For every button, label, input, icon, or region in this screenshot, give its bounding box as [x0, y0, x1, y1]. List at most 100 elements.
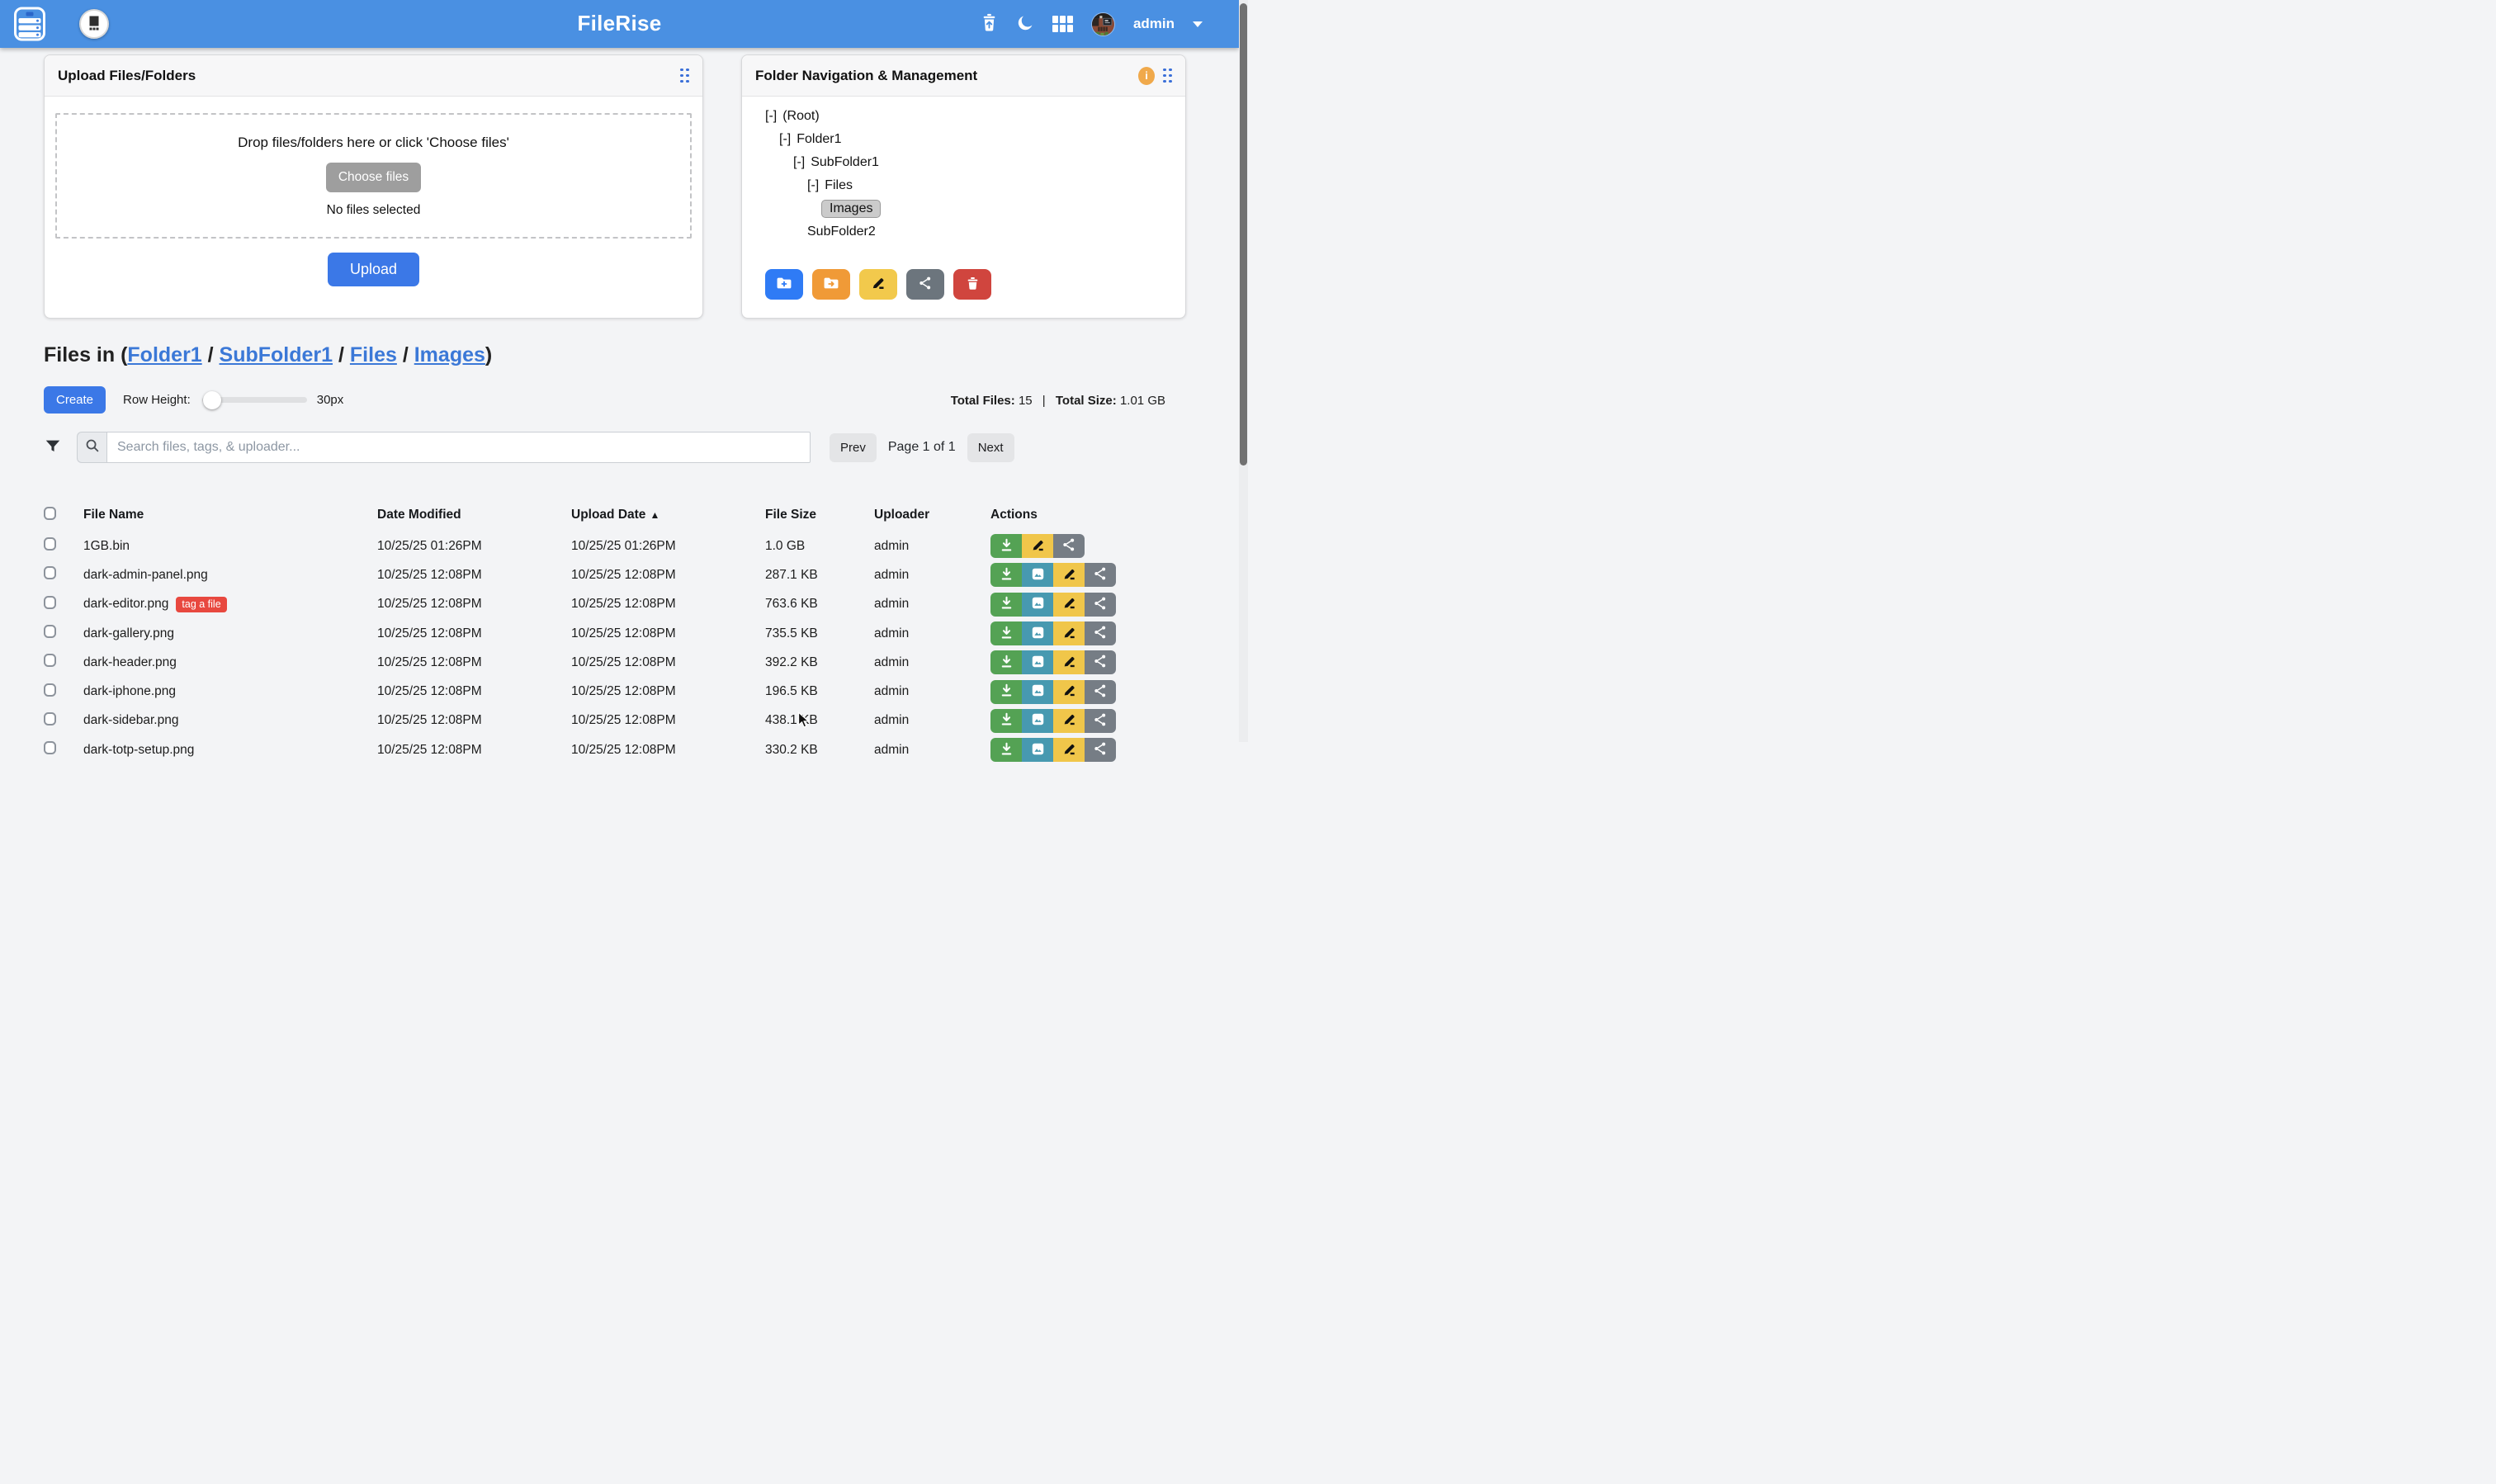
- header-toggle-button[interactable]: [79, 9, 109, 39]
- preview-button[interactable]: [1022, 709, 1053, 733]
- download-button[interactable]: [990, 593, 1022, 617]
- file-size: 196.5 KB: [765, 684, 874, 699]
- breadcrumb-link-folder1[interactable]: Folder1: [127, 343, 201, 366]
- preview-button[interactable]: [1022, 621, 1053, 645]
- share-button[interactable]: [1053, 534, 1085, 558]
- file-name[interactable]: 1GB.bin: [83, 539, 130, 554]
- create-folder-button[interactable]: [765, 269, 803, 300]
- filter-button[interactable]: [44, 437, 62, 458]
- breadcrumb-link-images[interactable]: Images: [414, 343, 485, 366]
- file-name[interactable]: dark-iphone.png: [83, 684, 176, 699]
- tree-folder-files[interactable]: Files: [825, 178, 853, 193]
- edit-button[interactable]: [1053, 680, 1085, 704]
- file-dropzone[interactable]: Drop files/folders here or click 'Choose…: [55, 113, 692, 239]
- download-button[interactable]: [990, 680, 1022, 704]
- tree-folder-root[interactable]: (Root): [782, 109, 819, 124]
- scrollbar-thumb[interactable]: [1240, 3, 1247, 466]
- row-checkbox[interactable]: [44, 537, 56, 551]
- row-height-slider[interactable]: [202, 397, 307, 403]
- download-button[interactable]: [990, 621, 1022, 645]
- download-button[interactable]: [990, 738, 1022, 762]
- upload-button[interactable]: Upload: [328, 253, 419, 286]
- edit-button[interactable]: [1053, 650, 1085, 674]
- preview-button[interactable]: [1022, 680, 1053, 704]
- col-date-modified[interactable]: Date Modified: [377, 508, 571, 522]
- select-all-checkbox[interactable]: [44, 507, 56, 520]
- choose-files-button[interactable]: Choose files: [326, 163, 421, 192]
- row-checkbox[interactable]: [44, 654, 56, 667]
- drag-handle-icon[interactable]: [680, 69, 689, 83]
- row-checkbox[interactable]: [44, 625, 56, 638]
- user-menu[interactable]: admin: [1133, 16, 1175, 32]
- row-checkbox[interactable]: [44, 566, 56, 579]
- share-button[interactable]: [1085, 593, 1116, 617]
- preview-button[interactable]: [1022, 563, 1053, 587]
- main-menu-button[interactable]: [13, 7, 46, 41]
- col-file-name[interactable]: File Name: [83, 508, 377, 522]
- file-name[interactable]: dark-editor.png: [83, 597, 168, 612]
- tree-toggle-icon[interactable]: [-]: [765, 109, 777, 124]
- edit-button[interactable]: [1053, 593, 1085, 617]
- row-checkbox[interactable]: [44, 596, 56, 609]
- avatar[interactable]: [1091, 12, 1115, 36]
- next-page-button[interactable]: Next: [967, 433, 1014, 462]
- info-icon[interactable]: i: [1138, 67, 1155, 85]
- share-button[interactable]: [1085, 680, 1116, 704]
- share-button[interactable]: [1085, 563, 1116, 587]
- rename-folder-button[interactable]: [859, 269, 897, 300]
- prev-page-button[interactable]: Prev: [830, 433, 877, 462]
- tree-folder-subfolder1[interactable]: SubFolder1: [811, 155, 879, 170]
- col-uploader[interactable]: Uploader: [874, 508, 990, 522]
- scrollbar-track[interactable]: [1239, 0, 1248, 742]
- drag-handle-icon[interactable]: [1163, 69, 1172, 83]
- tree-folder-images[interactable]: Images: [821, 200, 881, 218]
- download-button[interactable]: [990, 650, 1022, 674]
- row-checkbox[interactable]: [44, 741, 56, 754]
- row-checkbox[interactable]: [44, 712, 56, 725]
- share-button[interactable]: [1085, 709, 1116, 733]
- share-folder-button[interactable]: [906, 269, 944, 300]
- preview-button[interactable]: [1022, 738, 1053, 762]
- dark-mode-toggle-button[interactable]: [1016, 14, 1034, 35]
- apps-grid-button[interactable]: [1052, 16, 1073, 32]
- file-name[interactable]: dark-gallery.png: [83, 626, 174, 641]
- preview-button[interactable]: [1022, 650, 1053, 674]
- col-file-size[interactable]: File Size: [765, 508, 874, 522]
- edit-button[interactable]: [1053, 621, 1085, 645]
- share-button[interactable]: [1085, 650, 1116, 674]
- share-button[interactable]: [1085, 621, 1116, 645]
- tag-badge[interactable]: tag a file: [176, 597, 226, 612]
- chevron-down-icon[interactable]: [1193, 21, 1203, 27]
- download-button[interactable]: [990, 563, 1022, 587]
- trash-restore-button[interactable]: [981, 13, 998, 35]
- download-button[interactable]: [990, 534, 1022, 558]
- upload-date: 10/25/25 12:08PM: [571, 597, 765, 612]
- download-button[interactable]: [990, 709, 1022, 733]
- tree-toggle-icon[interactable]: [-]: [779, 132, 791, 147]
- edit-button[interactable]: [1053, 738, 1085, 762]
- preview-button[interactable]: [1022, 593, 1053, 617]
- col-upload-date[interactable]: Upload Date▲: [571, 508, 765, 522]
- row-checkbox[interactable]: [44, 683, 56, 697]
- download-icon: [999, 741, 1014, 759]
- edit-button[interactable]: [1022, 534, 1053, 558]
- edit-button[interactable]: [1053, 709, 1085, 733]
- tree-folder-folder1[interactable]: Folder1: [797, 132, 841, 147]
- breadcrumb-link-files[interactable]: Files: [350, 343, 397, 366]
- tree-folder-subfolder2[interactable]: SubFolder2: [807, 224, 876, 239]
- slider-thumb[interactable]: [203, 391, 221, 409]
- file-name[interactable]: dark-sidebar.png: [83, 713, 178, 728]
- breadcrumb-separator: /: [397, 343, 414, 366]
- breadcrumb-link-subfolder1[interactable]: SubFolder1: [220, 343, 333, 366]
- move-folder-button[interactable]: [812, 269, 850, 300]
- search-input[interactable]: [106, 432, 811, 463]
- tree-toggle-icon[interactable]: [-]: [793, 155, 805, 170]
- create-button[interactable]: Create: [44, 386, 106, 414]
- file-name[interactable]: dark-totp-setup.png: [83, 743, 194, 758]
- delete-folder-button[interactable]: [953, 269, 991, 300]
- file-name[interactable]: dark-admin-panel.png: [83, 568, 208, 583]
- tree-toggle-icon[interactable]: [-]: [807, 178, 819, 193]
- file-name[interactable]: dark-header.png: [83, 655, 177, 670]
- edit-button[interactable]: [1053, 563, 1085, 587]
- share-button[interactable]: [1085, 738, 1116, 762]
